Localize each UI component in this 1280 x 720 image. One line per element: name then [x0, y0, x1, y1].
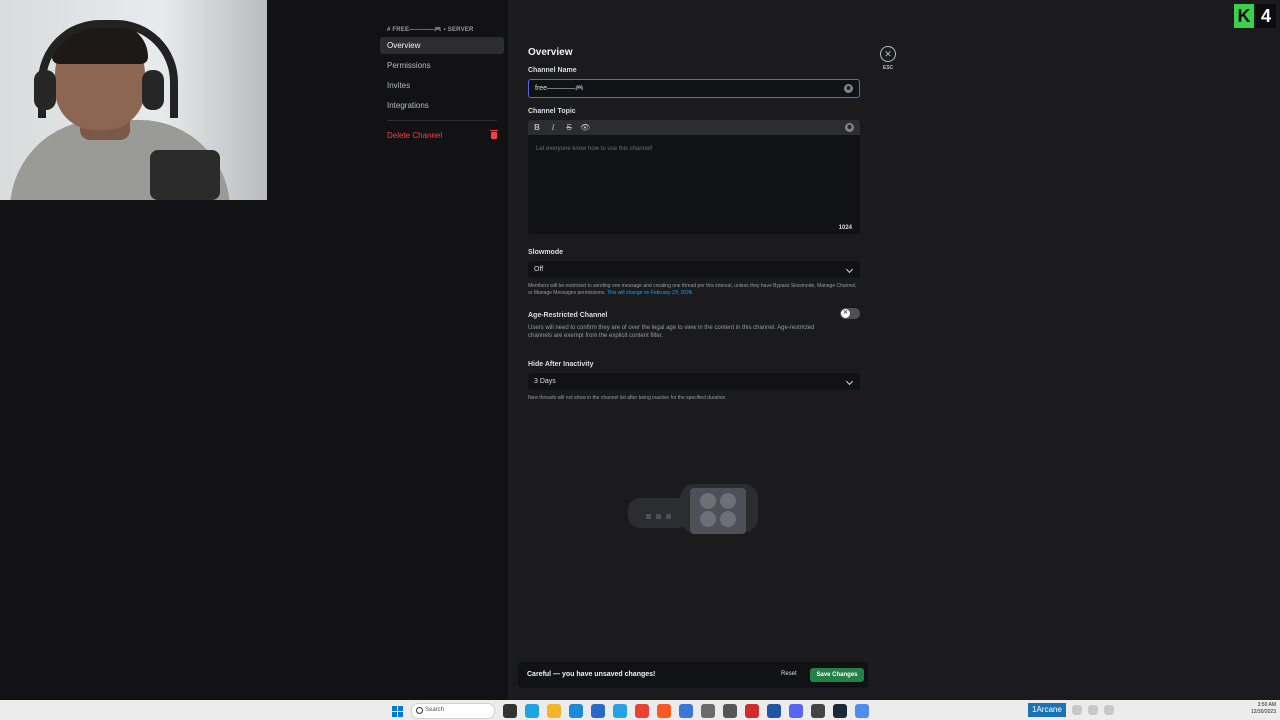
sidebar-item-invites[interactable]: Invites: [380, 77, 504, 94]
discord-icon[interactable]: [789, 704, 803, 718]
page-title: Overview: [528, 47, 573, 58]
channel-name-label: Channel Name: [528, 67, 577, 74]
channel-topic-editor[interactable]: B I S 👁 ☻ Let everyone know how to use t…: [528, 120, 860, 234]
slowmode-note: Members will be restricted to sending on…: [528, 283, 860, 297]
age-restricted-row: Age-Restricted Channel ✕ Users will need…: [528, 308, 860, 340]
channel-topic-label: Channel Topic: [528, 108, 576, 115]
logo-k: K: [1234, 4, 1254, 28]
hide-after-value: 3 Days: [534, 378, 556, 385]
taskbar-clock[interactable]: 3:50 AM 12/30/2023: [1251, 702, 1276, 716]
windows-start-icon[interactable]: [392, 705, 403, 717]
age-restricted-toggle[interactable]: ✕: [840, 308, 860, 319]
logo-4: 4: [1256, 4, 1276, 28]
age-restricted-desc: Users will need to confirm they are of o…: [528, 325, 815, 339]
volume-icon[interactable]: [1103, 705, 1114, 715]
steam-icon[interactable]: [833, 704, 847, 718]
hide-after-select[interactable]: 3 Days: [528, 373, 860, 390]
trash-icon: [490, 130, 498, 139]
settings-icon[interactable]: [701, 704, 715, 718]
chevron-up-icon[interactable]: [1071, 705, 1082, 715]
channel-topic-placeholder: Let everyone know how to use this channe…: [536, 146, 653, 152]
webcam-overlay: [0, 0, 267, 200]
close-icon: ✕: [841, 309, 850, 318]
sidebar-item-delete-channel[interactable]: Delete Channel: [380, 127, 504, 144]
italic-icon[interactable]: I: [548, 123, 558, 132]
app-icon[interactable]: [811, 704, 825, 718]
unsaved-message: Careful — you have unsaved changes!: [527, 671, 656, 678]
clock-date: 12/30/2023: [1250, 709, 1276, 715]
calculator-icon[interactable]: [723, 704, 737, 718]
sidebar-item-overview[interactable]: Overview: [380, 37, 504, 54]
hide-after-label: Hide After Inactivity: [528, 361, 594, 368]
app-icon[interactable]: [767, 704, 781, 718]
sidebar-item-permissions[interactable]: Permissions: [380, 57, 504, 74]
taskbar-search-placeholder: Search: [425, 707, 445, 713]
chevron-down-icon: [845, 265, 854, 274]
close-icon: ✕: [880, 46, 896, 62]
taskbar: Search 1Arcane 3:50 AM 12/30/2023: [0, 700, 1280, 720]
channel-name-input[interactable]: free————🎮 ☻: [528, 79, 860, 98]
system-tray: 1Arcane: [1028, 703, 1114, 717]
brave-icon[interactable]: [657, 704, 671, 718]
char-limit-counter: 1024: [838, 225, 852, 231]
reset-button[interactable]: Reset: [781, 671, 797, 677]
close-settings-button[interactable]: ✕ ESC: [879, 46, 897, 71]
topic-emoji-icon[interactable]: ☻: [845, 123, 854, 132]
app-icon[interactable]: [525, 704, 539, 718]
clock-time: 3:50 AM: [1257, 702, 1276, 708]
age-restricted-label: Age-Restricted Channel: [528, 312, 608, 319]
app-icon[interactable]: [855, 704, 869, 718]
task-view-icon[interactable]: [503, 704, 517, 718]
delete-channel-label: Delete Channel: [387, 131, 443, 140]
save-changes-button[interactable]: Save Changes: [810, 668, 864, 682]
network-icon[interactable]: [1087, 705, 1098, 715]
slowmode-note-link[interactable]: This will change on February 23, 2024.: [607, 290, 693, 296]
slowmode-value: Off: [534, 266, 544, 273]
sidebar-header: # FREE————🎮 ▪ SERVER: [387, 27, 474, 33]
spoiler-eye-icon[interactable]: 👁: [580, 123, 590, 132]
hide-after-note: New threads will not show in the channel…: [528, 395, 727, 401]
decorative-illustration: [628, 484, 758, 534]
settings-sidebar: # FREE————🎮 ▪ SERVER Overview Permission…: [380, 26, 504, 147]
app-icon[interactable]: [745, 704, 759, 718]
channel-name-value: free————🎮: [535, 85, 584, 92]
tray-app-badge[interactable]: 1Arcane: [1028, 703, 1066, 717]
app-icon[interactable]: [679, 704, 693, 718]
app-icon[interactable]: [591, 704, 605, 718]
app-icon[interactable]: [613, 704, 627, 718]
emoji-picker-icon[interactable]: ☻: [844, 84, 853, 93]
channel-logo: K 4: [1234, 4, 1276, 28]
edge-icon[interactable]: [569, 704, 583, 718]
chevron-down-icon: [845, 377, 854, 386]
strikethrough-icon[interactable]: S: [564, 123, 574, 132]
file-explorer-icon[interactable]: [547, 704, 561, 718]
taskbar-search[interactable]: Search: [411, 703, 495, 719]
esc-label: ESC: [882, 65, 894, 71]
slowmode-select[interactable]: Off: [528, 261, 860, 278]
overview-form: Overview Channel Name free————🎮 ☻ Channe…: [528, 46, 860, 402]
chrome-icon[interactable]: [635, 704, 649, 718]
slowmode-label: Slowmode: [528, 249, 564, 256]
sidebar-divider: [387, 120, 497, 121]
unsaved-changes-bar: Careful — you have unsaved changes! Rese…: [518, 662, 868, 688]
sidebar-item-integrations[interactable]: Integrations: [380, 97, 504, 114]
formatting-toolbar: B I S 👁 ☻: [528, 120, 860, 135]
search-icon: [416, 707, 423, 714]
bold-icon[interactable]: B: [532, 123, 542, 132]
